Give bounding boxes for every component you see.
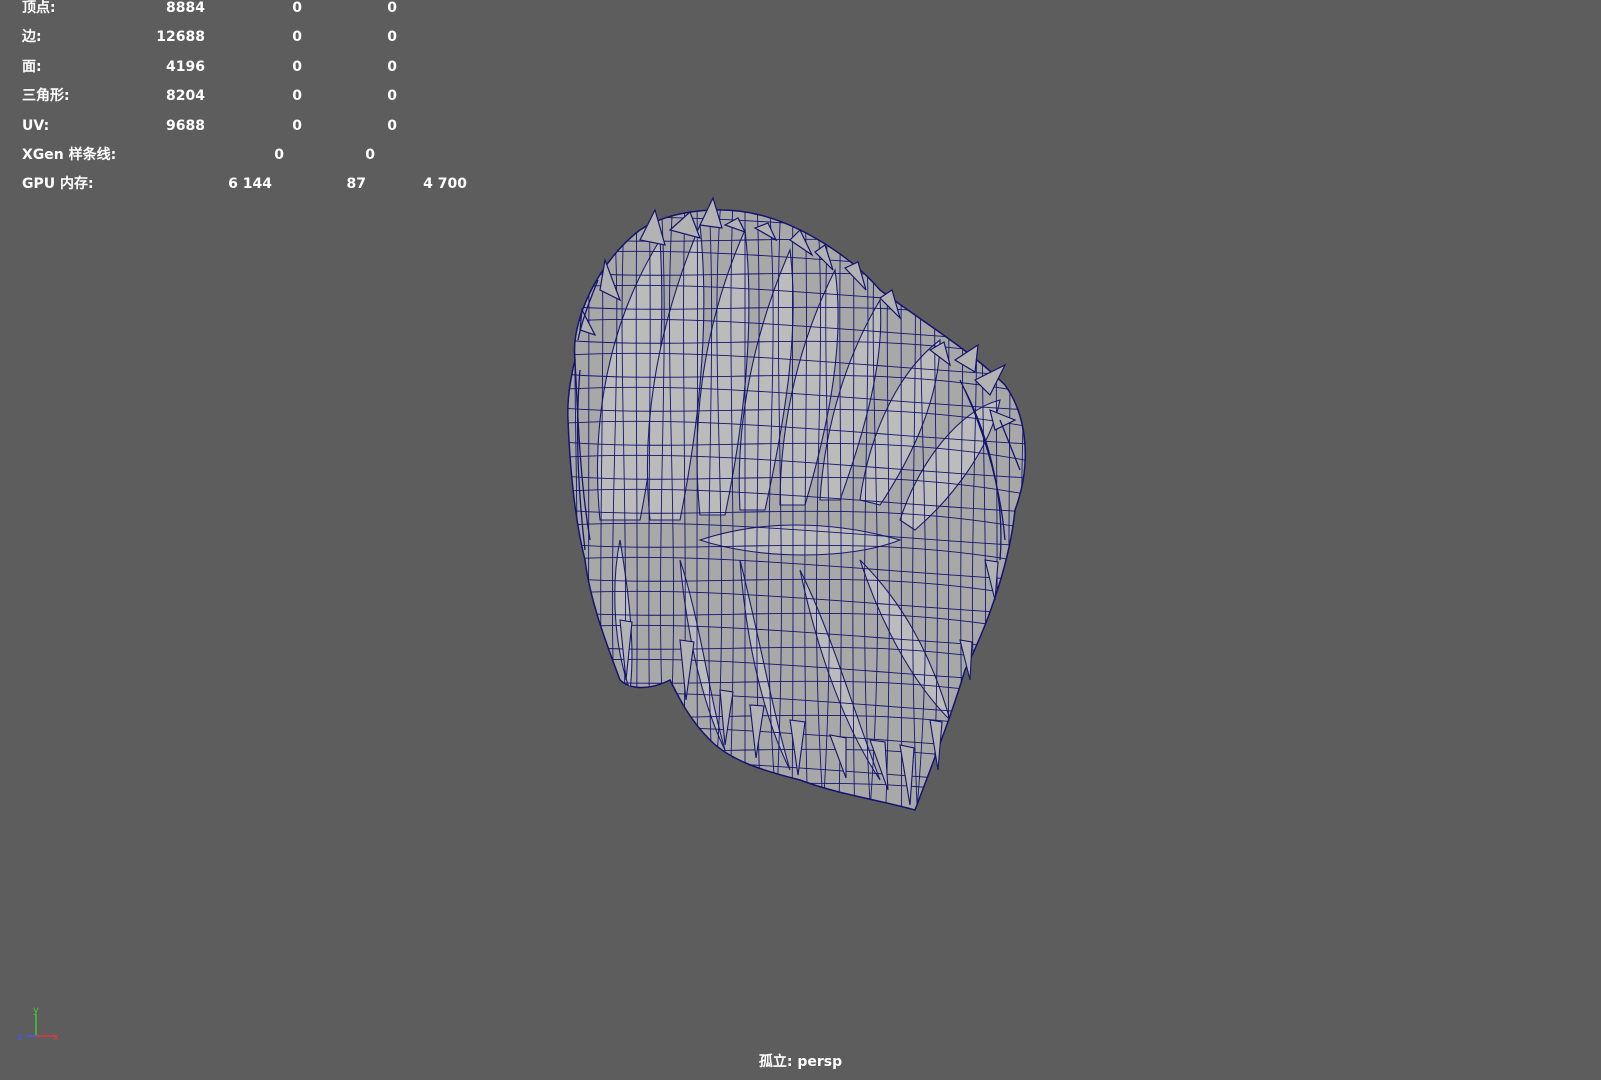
- x-axis-label: x: [53, 1032, 59, 1043]
- z-axis-label: z: [17, 1032, 22, 1043]
- camera-name-label: 孤立: persp: [758, 1054, 843, 1070]
- hud-value: 4196: [166, 58, 205, 75]
- hud-value: 0: [292, 88, 302, 105]
- hud-value: 9688: [166, 117, 205, 134]
- wire-line: [947, 210, 950, 810]
- hud-label: 边:: [22, 29, 42, 46]
- hud-label: UV:: [22, 117, 50, 134]
- hud-row-edges: 边: 12688 0 0: [22, 29, 452, 58]
- y-axis-label: y: [33, 1005, 39, 1016]
- hud-value: 0: [292, 0, 302, 16]
- poly-count-hud: 顶点: 8884 0 0 边: 12688 0 0 面: 4196 0 0 三角…: [22, 0, 467, 206]
- hud-value: 0: [387, 58, 397, 75]
- axis-gizmo: y z x: [17, 1005, 59, 1043]
- wire-line: [571, 210, 578, 810]
- hud-label: 顶点:: [22, 0, 56, 16]
- hud-value: 0: [274, 146, 284, 163]
- wire-line: [1020, 210, 1026, 810]
- hud-value: 0: [365, 146, 375, 163]
- hud-value: 0: [387, 88, 397, 105]
- wire-line: [1026, 200, 1034, 820]
- wire-line: [556, 200, 566, 820]
- hud-label: XGen 样条线:: [22, 146, 117, 163]
- hud-row-xgen-splines: XGen 样条线: 0 0: [22, 147, 452, 176]
- hud-value: 0: [292, 29, 302, 46]
- hud-value: 0: [387, 29, 397, 46]
- hud-value: 6 144: [228, 176, 272, 193]
- hud-row-gpu-memory: GPU 内存: 6 144 87 4 700: [22, 176, 467, 205]
- hud-row-vertices: 顶点: 8884 0 0: [22, 0, 452, 29]
- hud-value: 0: [292, 58, 302, 75]
- maya-persp-viewport[interactable]: 顶点: 8884 0 0 边: 12688 0 0 面: 4196 0 0 三角…: [0, 0, 1601, 1080]
- hud-row-faces: 面: 4196 0 0: [22, 59, 452, 88]
- hud-label: 三角形:: [22, 88, 70, 105]
- hud-label: 面:: [22, 58, 42, 75]
- hud-value: 0: [387, 0, 397, 16]
- hud-value: 8884: [166, 0, 205, 16]
- hud-value: 0: [292, 117, 302, 134]
- hud-value: 8204: [166, 88, 205, 105]
- hud-value: 4 700: [423, 176, 467, 193]
- hud-value: 87: [346, 176, 366, 193]
- hud-row-triangles: 三角形: 8204 0 0: [22, 88, 452, 117]
- hud-label: GPU 内存:: [22, 176, 94, 193]
- wire-line: [567, 780, 1026, 802]
- hud-row-uv: UV: 9688 0 0: [22, 118, 452, 147]
- hud-value: 12688: [156, 29, 205, 46]
- hud-value: 0: [387, 117, 397, 134]
